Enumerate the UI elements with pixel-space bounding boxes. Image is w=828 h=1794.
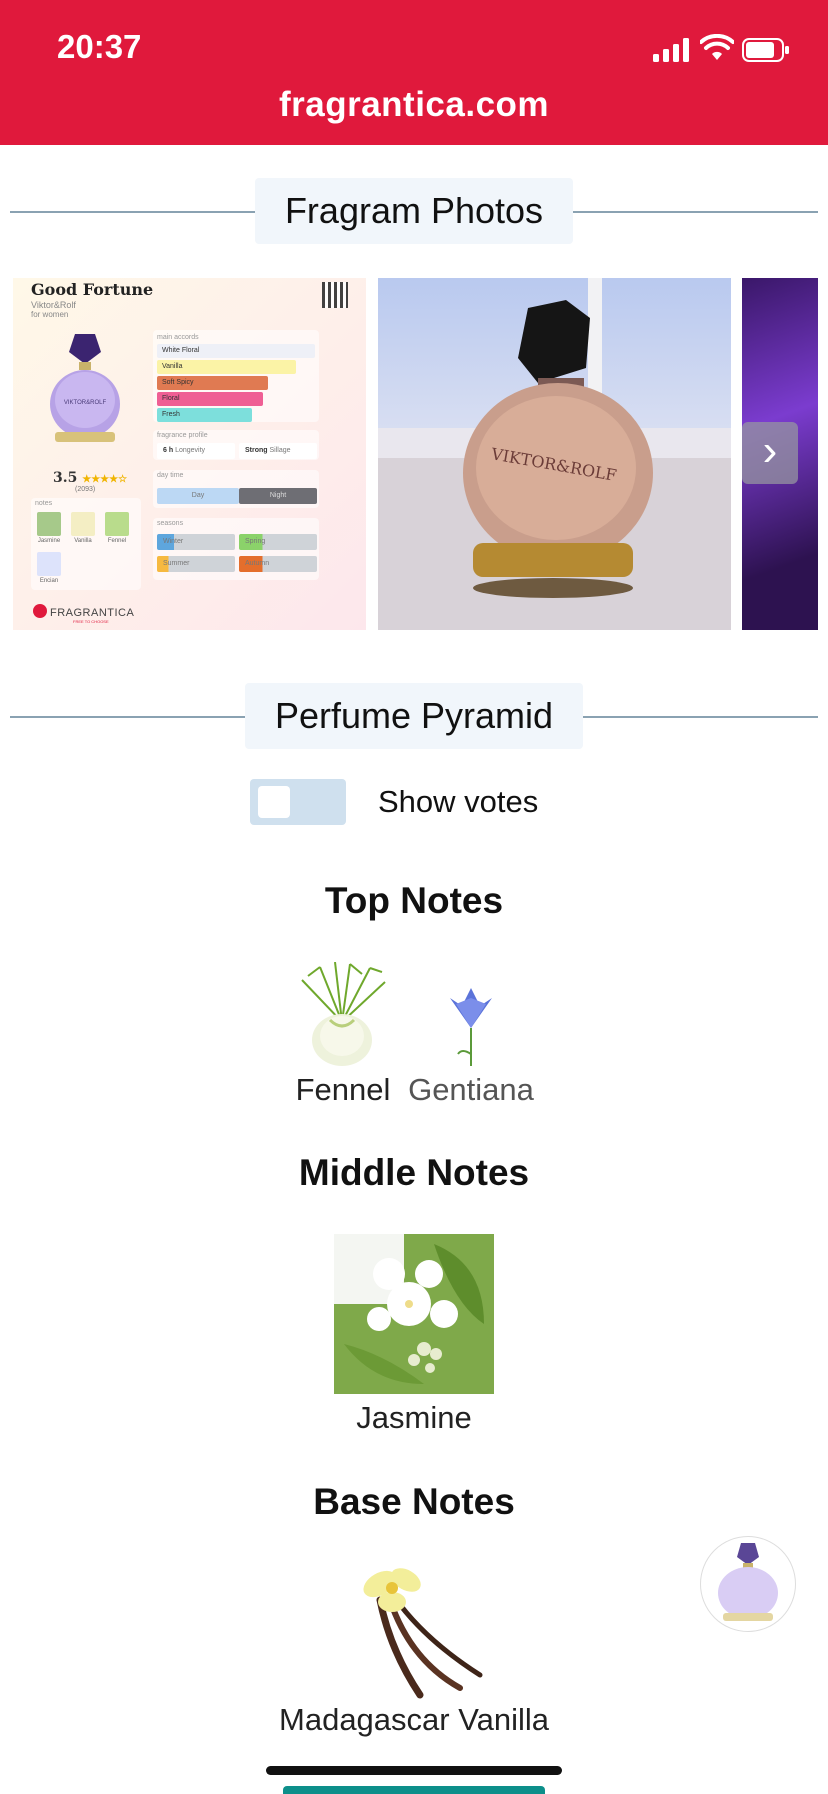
- cellular-signal-icon: [653, 38, 689, 62]
- pyramid-section-heading: Perfume Pyramid: [0, 683, 828, 749]
- floating-perfume-avatar[interactable]: [700, 1536, 796, 1632]
- gentiana-image[interactable]: [442, 984, 500, 1066]
- accord-bar: Vanilla: [157, 360, 296, 374]
- divider-line: [573, 211, 818, 213]
- divider-line: [10, 716, 245, 718]
- home-indicator: [266, 1766, 562, 1775]
- bottle-photo-image: VIKTOR&ROLF: [378, 278, 731, 630]
- photo-card-infographic[interactable]: Good Fortune Viktor&Rolf for women VIKTO…: [13, 278, 366, 630]
- card-brand: Viktor&Rolf: [31, 300, 76, 310]
- bottle-label: VIKTOR&ROLF: [64, 400, 107, 406]
- base-notes-heading: Base Notes: [313, 1481, 515, 1522]
- accord-bar: Soft Spicy: [157, 376, 268, 390]
- longevity-label: Longevity: [175, 447, 206, 454]
- season-chip: Summer: [157, 556, 235, 572]
- seasons-panel: seasons Winter Spring Summer Autumn: [153, 518, 319, 580]
- divider-line: [10, 211, 255, 213]
- day-chip: Day: [157, 488, 239, 504]
- accord-bar: White Floral: [157, 344, 315, 358]
- card-perfume-name: Good Fortune: [31, 280, 154, 299]
- photo-bottle-window[interactable]: VIKTOR&ROLF: [378, 278, 731, 630]
- toggle-knob: [258, 786, 290, 818]
- note-label: Fennel: [107, 538, 127, 544]
- longevity-value: 6 h: [163, 447, 174, 454]
- longevity-chip: 6 h Longevity: [157, 443, 235, 459]
- accord-bar: Fresh: [157, 408, 252, 422]
- profile-panel: fragrance profile 6 h Longevity Strong S…: [153, 430, 319, 460]
- season-label: Summer: [163, 560, 190, 567]
- accord-bar: Floral: [157, 392, 263, 406]
- daytime-panel: day time Day Night: [153, 470, 319, 508]
- note-jasmine[interactable]: Jasmine: [314, 1400, 514, 1436]
- encian-thumb: [37, 552, 61, 576]
- next-photo-button[interactable]: ›: [742, 422, 798, 484]
- season-label: Autumn: [245, 560, 270, 567]
- sillage-label: Sillage: [269, 447, 291, 454]
- bottom-button-peek[interactable]: [283, 1786, 545, 1794]
- season-chip: Winter: [157, 534, 235, 550]
- url-bar[interactable]: fragrantica.com: [0, 85, 828, 125]
- section-title: Perfume Pyramid: [245, 683, 583, 749]
- battery-icon: [742, 38, 789, 62]
- accords-label: main accords: [157, 334, 199, 341]
- fennel-thumb: [105, 512, 129, 536]
- sillage-chip: Strong Sillage: [239, 443, 317, 459]
- accords-panel: main accords White Floral Vanilla Soft Spi…: [153, 330, 319, 422]
- fennel-image[interactable]: [290, 962, 396, 1066]
- perfume-bottle-image: VIKTOR&ROLF: [50, 334, 120, 442]
- section-title: Fragram Photos: [255, 178, 573, 244]
- note-label: Vanilla: [74, 538, 92, 544]
- notes-label: notes: [35, 500, 53, 507]
- photos-section-heading: Fragram Photos: [0, 178, 828, 244]
- jasmine-thumb: [37, 512, 61, 536]
- perfume-bottle-icon: [718, 1543, 778, 1621]
- note-gentiana[interactable]: Gentiana: [404, 1072, 538, 1108]
- divider-line: [583, 716, 818, 718]
- season-chip: Spring: [239, 534, 317, 550]
- note-madagascar-vanilla[interactable]: Madagascar Vanilla: [214, 1702, 614, 1738]
- profile-label: fragrance profile: [157, 432, 208, 439]
- note-label: Encian: [39, 578, 59, 584]
- top-notes-heading: Top Notes: [324, 880, 504, 921]
- show-votes-label: Show votes: [378, 784, 539, 819]
- note-fennel[interactable]: Fennel: [282, 1072, 404, 1108]
- rating-value: 3.5: [53, 470, 78, 486]
- middle-notes-heading: Middle Notes: [298, 1152, 530, 1193]
- wifi-icon: [700, 34, 734, 60]
- daytime-label: day time: [157, 472, 184, 479]
- season-chip: Autumn: [239, 556, 317, 572]
- show-votes-toggle[interactable]: [250, 779, 346, 825]
- card-rating: 3.5 ★★★★☆: [53, 470, 127, 486]
- fragrantica-tagline: FREE TO CHOOSE: [73, 619, 109, 624]
- night-chip: Night: [239, 488, 317, 504]
- card-gender: for women: [31, 310, 69, 319]
- jasmine-image[interactable]: [334, 1234, 494, 1394]
- fragrantica-logo: FRAGRANTICA: [33, 604, 134, 619]
- browser-header: 20:37 fragrantica.com: [0, 0, 828, 145]
- star-icon: ★★★★☆: [82, 474, 128, 485]
- madagascar-vanilla-image[interactable]: [340, 1560, 490, 1700]
- vanilla-thumb: [71, 512, 95, 536]
- note-label: Jasmine: [37, 538, 61, 544]
- notes-panel: notes Jasmine Vanilla Fennel Encian: [31, 498, 141, 590]
- qr-code-icon: [322, 282, 348, 308]
- season-label: Winter: [163, 538, 184, 545]
- seasons-label: seasons: [157, 520, 184, 527]
- sillage-value: Strong: [245, 447, 268, 454]
- clock: 20:37: [57, 28, 142, 65]
- season-label: Spring: [245, 538, 266, 545]
- chevron-right-icon: ›: [762, 426, 778, 475]
- card-votes: (2093): [75, 486, 96, 493]
